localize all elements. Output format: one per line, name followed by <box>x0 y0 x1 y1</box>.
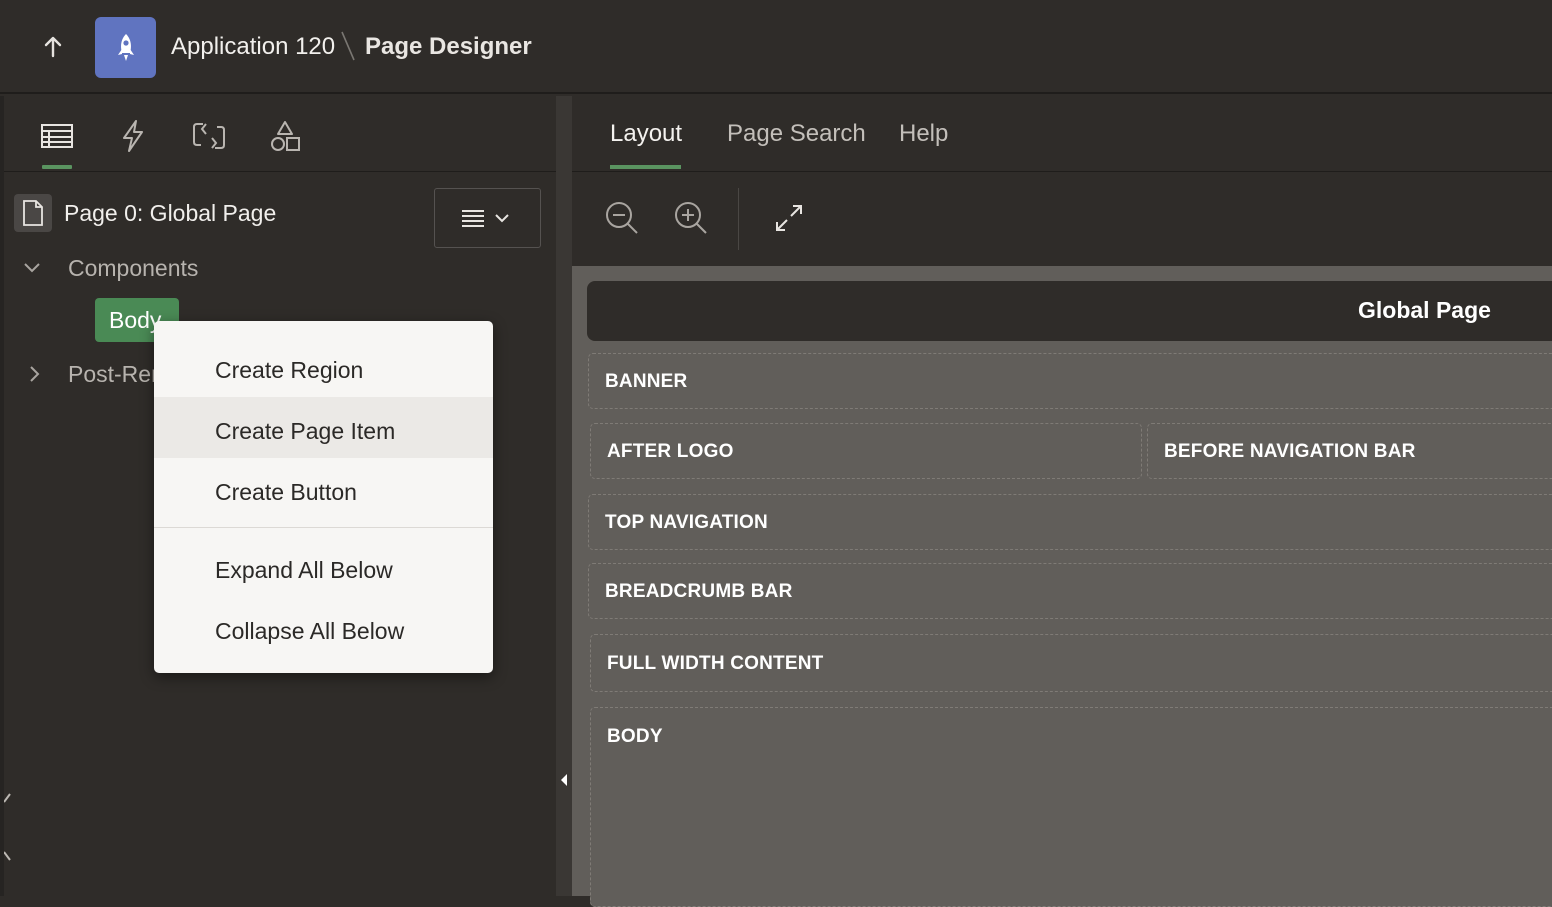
active-tab-indicator <box>610 165 681 169</box>
collapse-left-icon[interactable] <box>560 773 568 787</box>
zone-label-breadcrumb-bar: BREADCRUMB BAR <box>605 581 793 602</box>
zone-label-body: BODY <box>607 726 663 747</box>
right-panel: Layout Page Search Help Global Page BANN… <box>572 96 1552 907</box>
menu-item-create-page-item[interactable]: Create Page Item <box>154 397 493 458</box>
zone-body[interactable]: BODY <box>590 707 1552 907</box>
menu-separator <box>154 527 493 528</box>
expand-icon[interactable] <box>769 198 809 238</box>
zone-label-before-navigation-bar: BEFORE NAVIGATION BAR <box>1164 441 1416 462</box>
resize-handle-icon[interactable] <box>3 786 14 866</box>
tab-layout[interactable]: Layout <box>610 120 682 148</box>
right-panel-tabs: Layout Page Search Help <box>572 96 1552 172</box>
shared-components-icon[interactable] <box>261 112 309 160</box>
processing-icon[interactable] <box>185 112 233 160</box>
context-menu: Create Region Create Page Item Create Bu… <box>154 321 493 673</box>
menu-item-collapse-all-below[interactable]: Collapse All Below <box>154 597 493 658</box>
dynamic-actions-icon[interactable] <box>109 112 157 160</box>
menu-item-create-button[interactable]: Create Button <box>154 458 493 519</box>
canvas-title: Global Page <box>1358 297 1491 323</box>
breadcrumb-page-designer: Page Designer <box>365 33 532 60</box>
zoom-out-icon[interactable] <box>602 198 642 238</box>
zone-full-width-content[interactable]: FULL WIDTH CONTENT <box>590 634 1552 692</box>
tree-menu-button[interactable] <box>434 188 541 248</box>
rendering-tree-icon[interactable] <box>33 112 81 160</box>
menu-item-create-region[interactable]: Create Region <box>154 336 493 397</box>
page-title: Page 0: Global Page <box>64 200 277 226</box>
zone-top-navigation[interactable]: TOP NAVIGATION <box>588 494 1552 550</box>
toolbar-divider <box>738 188 739 250</box>
zone-label-banner: BANNER <box>605 371 688 392</box>
layout-canvas: Global Page BANNER AFTER LOGO BEFORE NAV… <box>572 266 1552 907</box>
layout-toolbar <box>572 172 1552 266</box>
zone-banner[interactable]: BANNER <box>588 353 1552 409</box>
zone-breadcrumb-bar[interactable]: BREADCRUMB BAR <box>588 563 1552 619</box>
app-header: Application 120 Page Designer <box>0 0 1552 94</box>
page-document-icon <box>14 194 52 232</box>
panel-splitter[interactable] <box>556 96 572 896</box>
zoom-in-icon[interactable] <box>671 198 711 238</box>
tab-help[interactable]: Help <box>899 120 948 148</box>
left-panel-tabs <box>4 96 556 172</box>
chevron-right-icon[interactable] <box>24 364 44 384</box>
active-tab-indicator <box>42 165 72 169</box>
breadcrumb-separator <box>338 28 358 64</box>
breadcrumb-application[interactable]: Application 120 <box>171 33 335 61</box>
zone-before-navigation-bar[interactable]: BEFORE NAVIGATION BAR <box>1147 423 1552 479</box>
menu-chevron-icon <box>461 210 509 227</box>
tree-label-components: Components <box>68 255 199 281</box>
chevron-down-icon[interactable] <box>22 258 42 278</box>
up-arrow-icon[interactable] <box>38 32 68 62</box>
canvas-title-bar: Global Page <box>587 281 1552 341</box>
zone-label-after-logo: AFTER LOGO <box>607 441 734 462</box>
zone-label-full-width-content: FULL WIDTH CONTENT <box>607 653 824 674</box>
zone-label-top-navigation: TOP NAVIGATION <box>605 512 768 533</box>
app-rocket-icon[interactable] <box>95 17 156 78</box>
tab-page-search[interactable]: Page Search <box>727 120 866 148</box>
page-row: Page 0: Global Page <box>4 188 556 248</box>
menu-item-expand-all-below[interactable]: Expand All Below <box>154 536 493 597</box>
tree-node-components[interactable]: Components <box>4 248 556 288</box>
zone-after-logo[interactable]: AFTER LOGO <box>590 423 1142 479</box>
